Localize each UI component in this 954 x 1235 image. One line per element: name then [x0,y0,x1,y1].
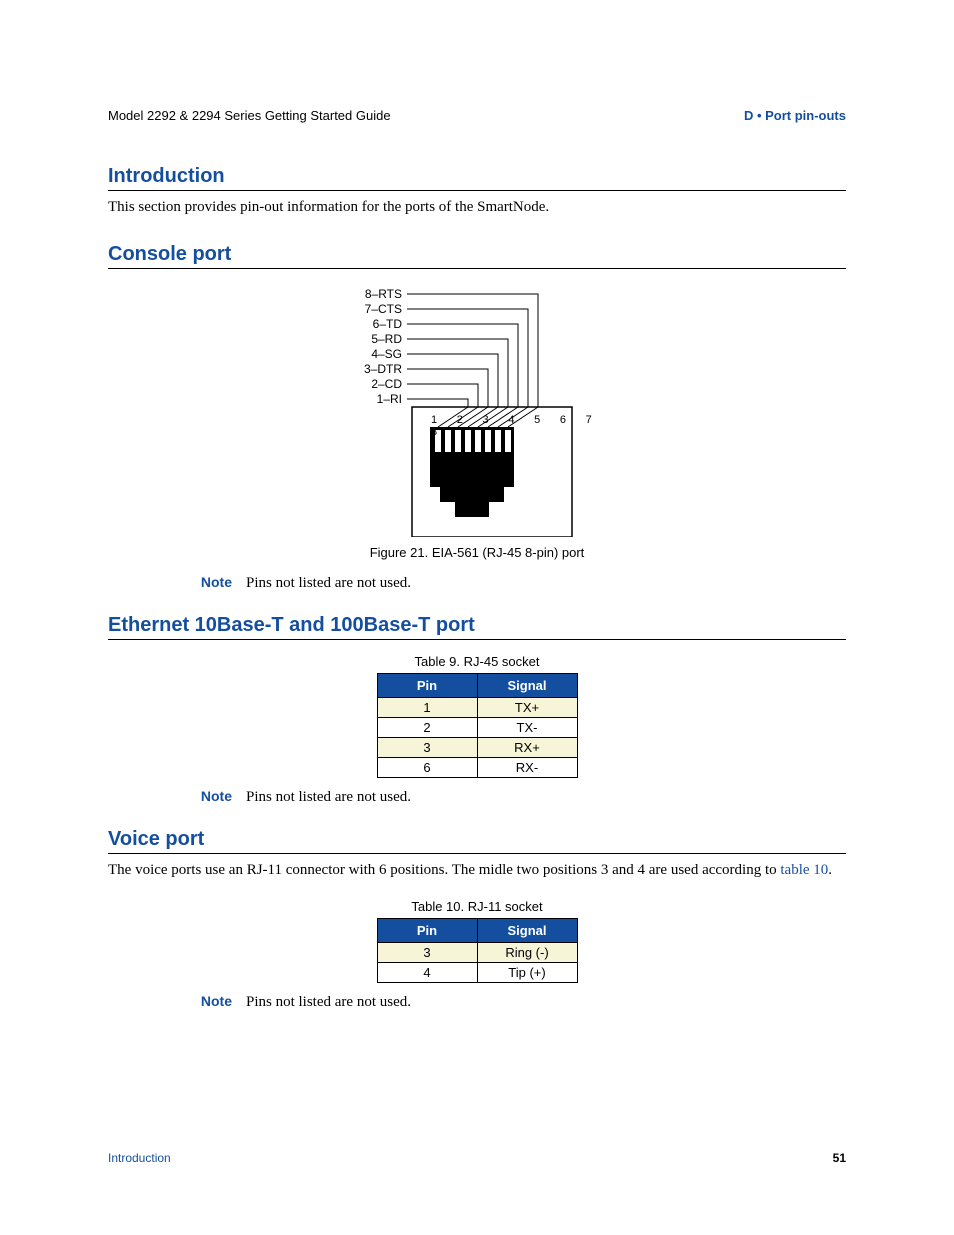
col-pin: Pin [377,918,477,942]
table-row: 6 RX- [377,758,577,778]
pin-label: 2–CD [352,377,402,392]
cell-signal: RX- [477,758,577,778]
table-row: 3 Ring (-) [377,942,577,962]
voice-body: The voice ports use an RJ-11 connector w… [108,860,846,880]
cell-pin: 6 [377,758,477,778]
heading-ethernet-port: Ethernet 10Base-T and 100Base-T port [108,614,846,640]
link-table-10[interactable]: table 10 [780,862,828,878]
pin-label: 1–RI [352,392,402,407]
table-row: 2 TX- [377,718,577,738]
table-header-row: Pin Signal [377,674,577,698]
footer-page-number: 51 [833,1151,846,1165]
cell-pin: 3 [377,738,477,758]
cell-signal: TX+ [477,698,577,718]
table-header-row: Pin Signal [377,918,577,942]
rj45-pin-labels: 8–RTS 7–CTS 6–TD 5–RD 4–SG 3–DTR 2–CD 1–… [352,287,402,407]
pin-label: 5–RD [352,332,402,347]
header-left: Model 2292 & 2294 Series Getting Started… [108,108,391,123]
cell-pin: 4 [377,962,477,982]
heading-introduction: Introduction [108,165,846,191]
cell-pin: 1 [377,698,477,718]
cell-pin: 3 [377,942,477,962]
note-label: Note [178,574,232,590]
note-console: Note Pins not listed are not used. [108,574,846,592]
heading-console-port: Console port [108,243,846,269]
cell-signal: TX- [477,718,577,738]
table-row: 4 Tip (+) [377,962,577,982]
pin-label: 4–SG [352,347,402,362]
pin-label: 8–RTS [352,287,402,302]
note-label: Note [178,993,232,1009]
cell-signal: Tip (+) [477,962,577,982]
voice-body-pre: The voice ports use an RJ-11 connector w… [108,862,780,878]
footer-section-name: Introduction [108,1151,171,1165]
col-signal: Signal [477,674,577,698]
pin-label: 3–DTR [352,362,402,377]
rj45-diagram: 8–RTS 7–CTS 6–TD 5–RD 4–SG 3–DTR 2–CD 1–… [352,287,602,537]
cell-signal: Ring (-) [477,942,577,962]
table-row: 1 TX+ [377,698,577,718]
table-9-caption: Table 9. RJ-45 socket [108,654,846,669]
note-text: Pins not listed are not used. [246,789,411,806]
col-pin: Pin [377,674,477,698]
figure-21-caption: Figure 21. EIA-561 (RJ-45 8-pin) port [108,545,846,560]
intro-body: This section provides pin-out informatio… [108,197,846,217]
pin-label: 7–CTS [352,302,402,317]
header-right: D • Port pin-outs [744,108,846,123]
note-text: Pins not listed are not used. [246,994,411,1011]
note-voice: Note Pins not listed are not used. [108,993,846,1011]
cell-pin: 2 [377,718,477,738]
note-text: Pins not listed are not used. [246,575,411,592]
rj45-pin-numbers: 1 2 3 4 5 6 7 8 [431,414,602,438]
page-footer: Introduction 51 [108,1151,846,1165]
note-label: Note [178,788,232,804]
table-10-caption: Table 10. RJ-11 socket [108,899,846,914]
running-header: Model 2292 & 2294 Series Getting Started… [108,108,846,123]
note-ethernet: Note Pins not listed are not used. [108,788,846,806]
table-rj45-socket: Pin Signal 1 TX+ 2 TX- 3 RX+ 6 RX- [377,673,578,778]
table-row: 3 RX+ [377,738,577,758]
pin-label: 6–TD [352,317,402,332]
cell-signal: RX+ [477,738,577,758]
voice-body-post: . [828,862,832,878]
col-signal: Signal [477,918,577,942]
table-rj11-socket: Pin Signal 3 Ring (-) 4 Tip (+) [377,918,578,983]
heading-voice-port: Voice port [108,828,846,854]
